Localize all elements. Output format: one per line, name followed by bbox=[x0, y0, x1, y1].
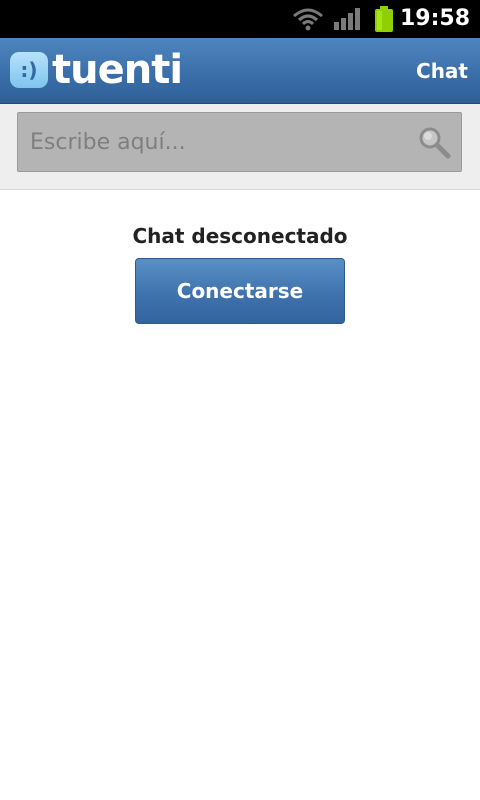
connect-button[interactable]: Conectarse bbox=[135, 258, 345, 324]
search-icon[interactable] bbox=[417, 125, 451, 159]
tuenti-logo-icon: :) bbox=[10, 52, 48, 88]
chat-content: Chat desconectado Conectarse bbox=[0, 191, 480, 800]
search-bar bbox=[0, 104, 480, 190]
battery-icon bbox=[375, 6, 393, 32]
signal-icon bbox=[334, 8, 360, 30]
logo-text: tuenti bbox=[52, 47, 183, 93]
search-input[interactable] bbox=[18, 113, 408, 171]
status-bar: 19:58 bbox=[0, 0, 480, 38]
chat-status-text: Chat desconectado bbox=[132, 224, 348, 248]
status-clock: 19:58 bbox=[399, 6, 470, 31]
header-title[interactable]: Chat bbox=[416, 58, 468, 84]
search-box bbox=[17, 112, 462, 172]
logo-symbol: :) bbox=[20, 58, 38, 82]
app-header: :) tuenti Chat bbox=[0, 38, 480, 104]
wifi-icon bbox=[293, 8, 323, 31]
